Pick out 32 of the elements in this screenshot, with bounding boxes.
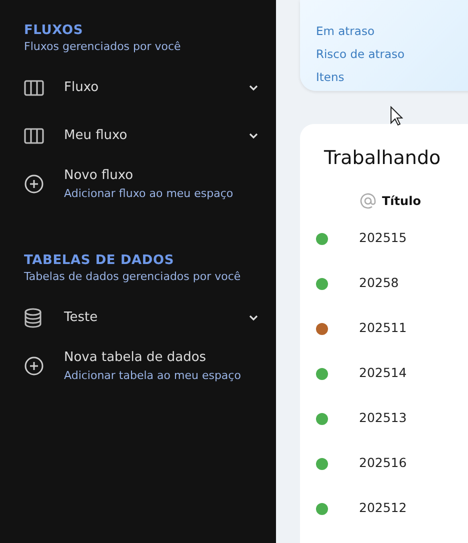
row-title: 202514 (359, 364, 407, 382)
summary-link[interactable]: Itens (316, 66, 344, 89)
sidebar-item[interactable]: Fluxo (64, 78, 249, 98)
row-title: 202513 (359, 409, 407, 428)
item-description: Adicionar fluxo ao meu espaço (64, 186, 234, 202)
chevron-down-icon[interactable] (249, 133, 258, 139)
board-icon (24, 80, 44, 96)
summary-link[interactable]: Em atraso (316, 20, 374, 43)
row-title: 202511 (359, 319, 407, 338)
card-title: Trabalhando (324, 146, 442, 171)
row-title: 202516 (359, 454, 407, 472)
section-subtitle: Tabelas de dados gerenciados por você (24, 270, 242, 284)
at-sign-icon (360, 193, 376, 209)
section-title: TABELAS DE DADOS (24, 252, 175, 270)
sidebar-item[interactable]: Novo fluxo (64, 166, 258, 186)
column-header: Título (382, 193, 421, 210)
add-icon (24, 356, 44, 376)
sidebar-item[interactable]: Meu fluxo (64, 126, 249, 146)
section-subtitle: Fluxos gerenciados por você (24, 40, 182, 54)
sidebar-item[interactable]: Nova tabela de dados (64, 348, 258, 368)
item-description: Adicionar tabela ao meu espaço (64, 368, 242, 384)
database-icon (24, 308, 42, 328)
section-title: FLUXOS (24, 22, 84, 40)
row-title: 202515 (359, 229, 407, 248)
chevron-down-icon[interactable] (249, 315, 258, 321)
row-title: 202512 (359, 499, 407, 518)
add-icon (24, 174, 44, 194)
chevron-down-icon[interactable] (249, 85, 258, 91)
summary-link[interactable]: Risco de atraso (316, 43, 405, 66)
row-title: 20258 (359, 274, 399, 292)
sidebar-item[interactable]: Teste (64, 308, 249, 328)
board-icon (24, 128, 44, 144)
